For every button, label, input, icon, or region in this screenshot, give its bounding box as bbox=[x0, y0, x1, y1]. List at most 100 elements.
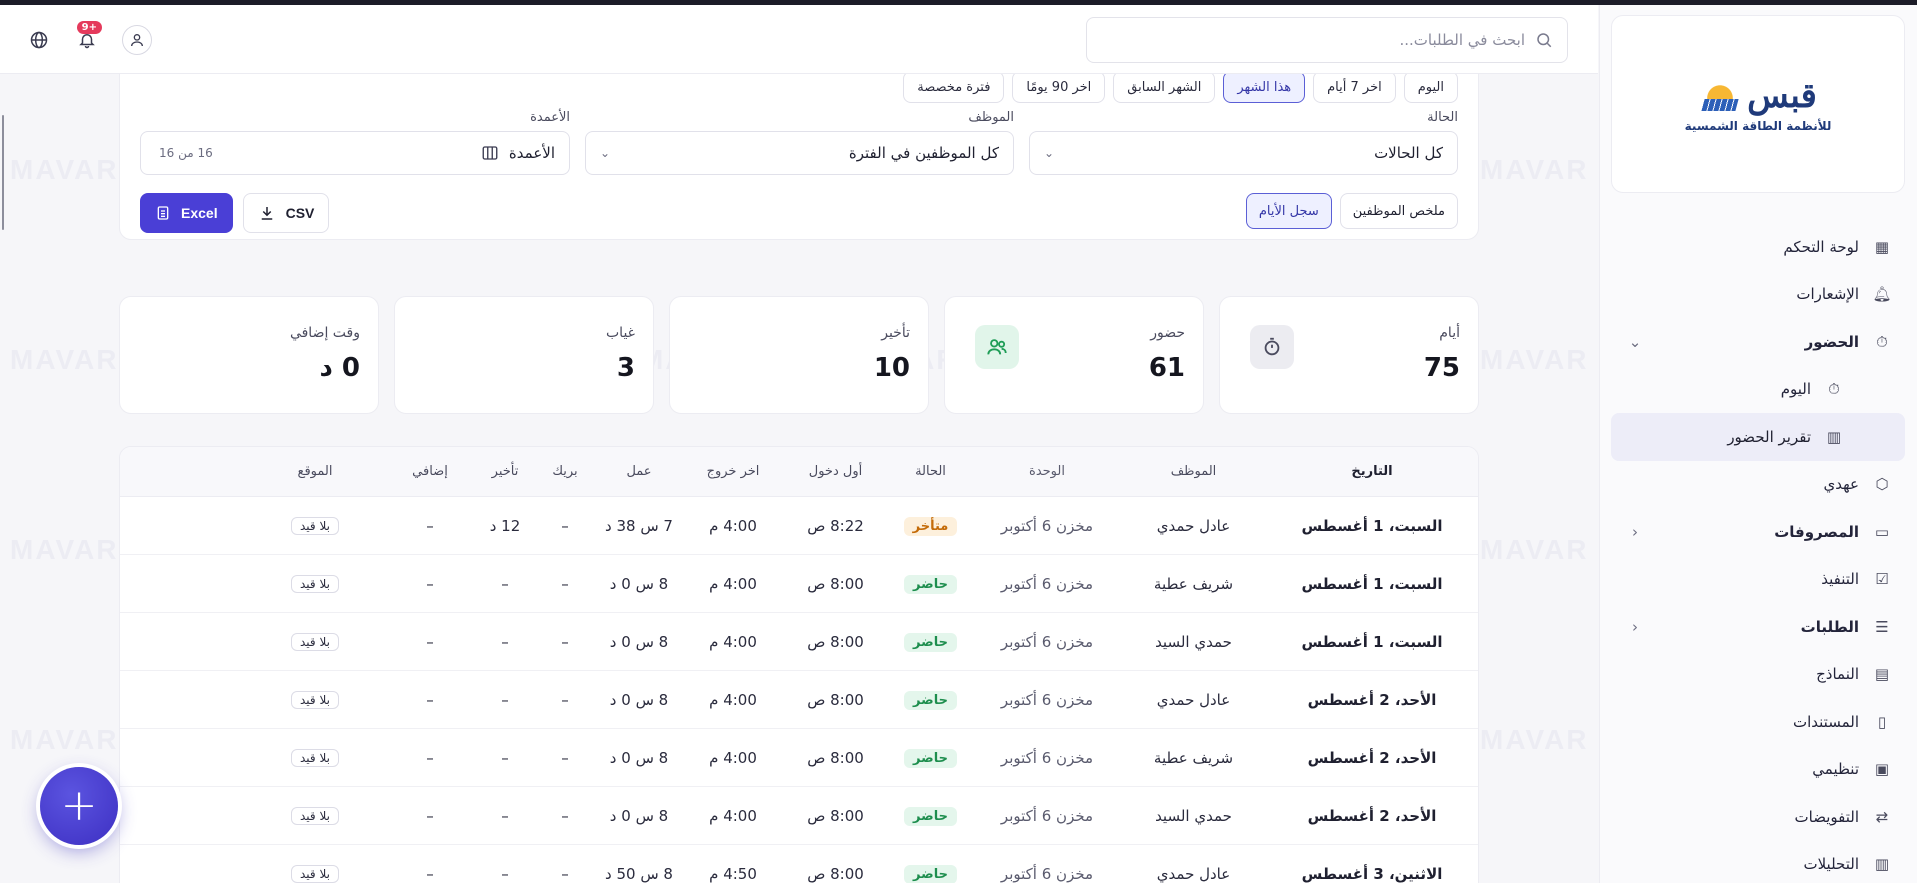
brand-logo[interactable]: قبس للأنظمة الطاقة الشمسية bbox=[1611, 15, 1905, 193]
stat-label: وقت إضافي bbox=[289, 325, 360, 341]
cell-work: 8 س 0 د bbox=[609, 574, 669, 593]
cell-in: 8:00 ص bbox=[807, 574, 864, 593]
table-row[interactable]: الاثنين، 3 أغسطس عادل حمدي مخزن 6 أكتوبر حا… bbox=[120, 845, 1478, 883]
sidebar-item[interactable]: ⬡ عهدي bbox=[1611, 461, 1905, 509]
period-option[interactable]: اخر 90 يومًا bbox=[1012, 74, 1106, 103]
sidebar-item[interactable]: ▭ المصروفات ‹ bbox=[1611, 508, 1905, 556]
period-option[interactable]: هذا الشهر bbox=[1223, 74, 1306, 103]
table-row[interactable]: السبت، 1 أغسطس شريف عطية مخزن 6 أكتوبر حاضر… bbox=[120, 555, 1478, 613]
cell-extra: – bbox=[426, 748, 434, 767]
sidebar-item-label: التفويضات bbox=[1794, 807, 1859, 826]
location-tag[interactable]: بلا قيد bbox=[291, 633, 339, 651]
stat-value: 10 bbox=[873, 353, 910, 383]
sidebar-item[interactable]: ☰ الطلبات ‹ bbox=[1611, 603, 1905, 651]
cell-location: بلا قيد bbox=[245, 516, 385, 535]
sidebar-item[interactable]: ▥ تقرير الحضور bbox=[1611, 413, 1905, 461]
cell-break: – bbox=[561, 806, 569, 825]
stat-value: 0 د bbox=[319, 353, 361, 383]
cell-extra: – bbox=[426, 632, 434, 651]
box-icon: ⬡ bbox=[1875, 475, 1889, 494]
table-row[interactable]: الأحد، 2 أغسطس عادل حمدي مخزن 6 أكتوبر حاضر… bbox=[120, 671, 1478, 729]
columns-label: الأعمدة bbox=[530, 110, 570, 125]
sidebar: قبس للأنظمة الطاقة الشمسية ▦ لوحة التحكم 🔔… bbox=[1599, 5, 1917, 883]
export-excel-button[interactable]: Excel bbox=[140, 193, 233, 233]
sidebar-item[interactable]: ⏱︎ الحضور ⌄ bbox=[1611, 318, 1905, 366]
sidebar-item[interactable]: ▤ النماذج bbox=[1611, 651, 1905, 699]
sidebar-item[interactable]: ☑ التنفيذ bbox=[1611, 556, 1905, 604]
wallet-icon: ▭ bbox=[1874, 522, 1890, 541]
period-option[interactable]: اخر 7 أيام bbox=[1313, 74, 1396, 103]
sidebar-item[interactable]: ▦ لوحة التحكم bbox=[1611, 223, 1905, 271]
column-header[interactable]: بريك bbox=[535, 464, 595, 479]
briefcase-icon: ▣ bbox=[1874, 760, 1890, 779]
column-header[interactable]: إضافي bbox=[385, 464, 475, 479]
cell-late: – bbox=[501, 806, 509, 825]
document-icon: ▯ bbox=[1877, 712, 1887, 731]
chevron-down-icon: ⌄ bbox=[1628, 332, 1642, 351]
cell-work: 8 س 0 د bbox=[609, 632, 669, 651]
attendance-table: التاريخ الموظف الوحدة الحالة أول دخول اخر خرو… bbox=[119, 446, 1479, 883]
sidebar-item[interactable]: ⇄ التفويضات bbox=[1611, 793, 1905, 841]
stat-label: أيام bbox=[1439, 325, 1460, 341]
column-header[interactable]: تأخير bbox=[475, 464, 535, 479]
employee-filter-select[interactable]: كل الموظفين في الفترة ⌄ bbox=[585, 131, 1014, 175]
sidebar-item[interactable]: ▥ التحليلات bbox=[1611, 841, 1905, 883]
cell-break: – bbox=[561, 574, 569, 593]
view-tab[interactable]: ملخص الموظفين bbox=[1339, 193, 1458, 229]
cell-extra: – bbox=[426, 864, 434, 883]
sidebar-item[interactable]: 🔔︎ الإشعارات bbox=[1611, 271, 1905, 319]
period-option[interactable]: الشهر السابق bbox=[1113, 74, 1216, 103]
columns-picker[interactable]: الأعمدة 16 من 16 bbox=[140, 131, 570, 175]
location-tag[interactable]: بلا قيد bbox=[291, 517, 339, 535]
column-header[interactable]: الحالة bbox=[888, 464, 973, 479]
sun-panel-icon bbox=[1699, 75, 1742, 117]
cell-employee: عادل حمدي bbox=[1156, 690, 1231, 709]
cell-in: 8:22 ص bbox=[807, 516, 864, 535]
download-icon bbox=[261, 207, 272, 220]
location-tag[interactable]: بلا قيد bbox=[291, 865, 339, 883]
user-account-button[interactable] bbox=[122, 25, 152, 55]
cell-status: حاضر bbox=[888, 864, 973, 883]
users-icon bbox=[975, 325, 1019, 369]
header-actions: +9 bbox=[26, 21, 152, 55]
notifications-button[interactable]: +9 bbox=[74, 21, 102, 53]
location-tag[interactable]: بلا قيد bbox=[291, 749, 339, 767]
location-tag[interactable]: بلا قيد bbox=[291, 807, 339, 825]
status-badge: حاضر bbox=[904, 806, 957, 826]
location-tag[interactable]: بلا قيد bbox=[291, 575, 339, 593]
sidebar-item[interactable]: ▣ تنظيمي bbox=[1611, 746, 1905, 794]
search-box[interactable] bbox=[1086, 17, 1568, 63]
language-button[interactable] bbox=[26, 27, 52, 53]
column-header[interactable]: التاريخ bbox=[1266, 464, 1478, 479]
table-row[interactable]: السبت، 1 أغسطس حمدي السيد مخزن 6 أكتوبر حاض… bbox=[120, 613, 1478, 671]
column-header[interactable]: الموظف bbox=[1121, 464, 1266, 479]
sidebar-item[interactable]: ⏱︎ اليوم bbox=[1611, 366, 1905, 414]
period-option[interactable]: اليوم bbox=[1403, 74, 1458, 103]
spreadsheet-icon bbox=[157, 206, 169, 220]
main-content: MAVAR MAVAR MAVAR MAVAR MAVAR MAVAR MAVAR MAVAR… bbox=[0, 74, 1598, 883]
employee-filter-value: كل الموظفين في الفترة bbox=[848, 144, 999, 162]
columns-icon bbox=[482, 146, 498, 160]
table-row[interactable]: الأحد، 2 أغسطس شريف عطية مخزن 6 أكتوبر حاضر… bbox=[120, 729, 1478, 787]
search-input[interactable] bbox=[1101, 31, 1525, 49]
cell-in: 8:00 ص bbox=[807, 864, 864, 883]
status-filter-select[interactable]: كل الحالات ⌄ bbox=[1029, 131, 1458, 175]
sidebar-item[interactable]: ▯ المستندات bbox=[1611, 698, 1905, 746]
column-header[interactable]: الوحدة bbox=[973, 464, 1121, 479]
chevron-left-icon: ‹ bbox=[1632, 617, 1638, 636]
column-header[interactable]: عمل bbox=[595, 464, 683, 479]
export-csv-button[interactable]: CSV bbox=[242, 193, 330, 233]
table-row[interactable]: الأحد، 2 أغسطس حمدي السيد مخزن 6 أكتوبر حاض… bbox=[120, 787, 1478, 845]
cell-break: – bbox=[561, 516, 569, 535]
period-option[interactable]: فترة مخصصة bbox=[903, 74, 1005, 103]
table-row[interactable]: السبت، 1 أغسطس عادل حمدي مخزن 6 أكتوبر متأخ… bbox=[120, 497, 1478, 555]
location-tag[interactable]: بلا قيد bbox=[291, 691, 339, 709]
column-header[interactable]: اخر خروج bbox=[683, 464, 783, 479]
cell-date: الاثنين، 3 أغسطس bbox=[1301, 864, 1443, 883]
add-button[interactable]: + bbox=[40, 767, 118, 845]
view-tab[interactable]: سجل الأيام bbox=[1245, 193, 1332, 229]
column-header[interactable]: أول دخول bbox=[783, 464, 888, 479]
cell-break: – bbox=[561, 632, 569, 651]
column-header[interactable]: الموقع bbox=[245, 464, 385, 479]
cell-unit: مخزن 6 أكتوبر bbox=[1000, 748, 1094, 767]
